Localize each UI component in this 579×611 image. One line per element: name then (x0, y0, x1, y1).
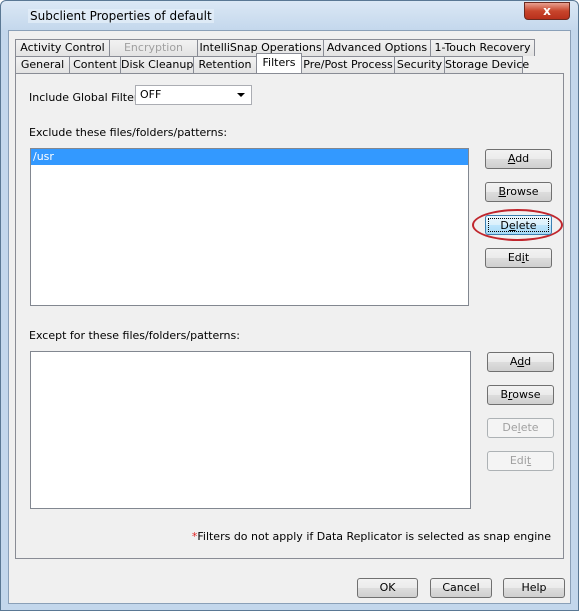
cancel-button[interactable]: Cancel (430, 578, 492, 598)
global-filters-value: OFF (140, 88, 162, 101)
dialog-body: Activity Control Encryption IntelliSnap … (8, 30, 571, 604)
tab-filters[interactable]: Filters (256, 53, 302, 73)
window-title: Subclient Properties of default (28, 9, 214, 23)
exclude-browse-button[interactable]: Browse (485, 182, 552, 202)
exclude-edit-button[interactable]: Edit (485, 248, 552, 268)
tab-general[interactable]: General (15, 56, 70, 73)
except-delete-button: Delete (487, 418, 554, 438)
exclude-add-button[interactable]: Add (485, 149, 552, 169)
except-browse-button[interactable]: Browse (487, 385, 554, 405)
tab-encryption: Encryption (109, 39, 198, 56)
chevron-down-icon (237, 93, 245, 97)
filters-panel: Include Global Filters OFF Exclude these… (15, 73, 564, 559)
close-button[interactable]: x (524, 2, 570, 20)
tab-row-2: General Content Disk Cleanup Retention F… (15, 53, 529, 73)
tab-advanced-options[interactable]: Advanced Options (323, 39, 431, 56)
tab-content[interactable]: Content (69, 56, 121, 73)
exclude-delete-button[interactable]: Delete (485, 215, 552, 235)
except-label: Except for these files/folders/patterns: (29, 329, 240, 342)
close-icon: x (543, 4, 551, 18)
help-button[interactable]: Help (503, 578, 565, 598)
tab-pre-post-process[interactable]: Pre/Post Process (301, 56, 395, 73)
tab-disk-cleanup[interactable]: Disk Cleanup (120, 56, 194, 73)
tab-storage-device[interactable]: Storage Device (444, 56, 529, 73)
list-item[interactable]: /usr (31, 149, 468, 165)
except-edit-button: Edit (487, 451, 554, 471)
tab-retention[interactable]: Retention (193, 56, 257, 73)
tab-security[interactable]: Security (394, 56, 445, 73)
exclude-label: Exclude these files/folders/patterns: (29, 126, 228, 139)
subclient-properties-window: Subclient Properties of default x Activi… (0, 0, 579, 611)
exclude-list[interactable]: /usr (30, 148, 469, 306)
global-filters-dropdown[interactable]: OFF (135, 85, 252, 105)
ok-button[interactable]: OK (357, 578, 418, 598)
title-bar[interactable]: Subclient Properties of default x (1, 1, 578, 31)
except-add-button[interactable]: Add (487, 352, 554, 372)
tab-1-touch-recovery[interactable]: 1-Touch Recovery (430, 39, 535, 56)
snap-engine-note: *Filters do not apply if Data Replicator… (191, 530, 551, 543)
global-filters-label: Include Global Filters (29, 91, 145, 104)
except-list[interactable] (30, 351, 471, 509)
tab-activity-control[interactable]: Activity Control (15, 39, 110, 56)
